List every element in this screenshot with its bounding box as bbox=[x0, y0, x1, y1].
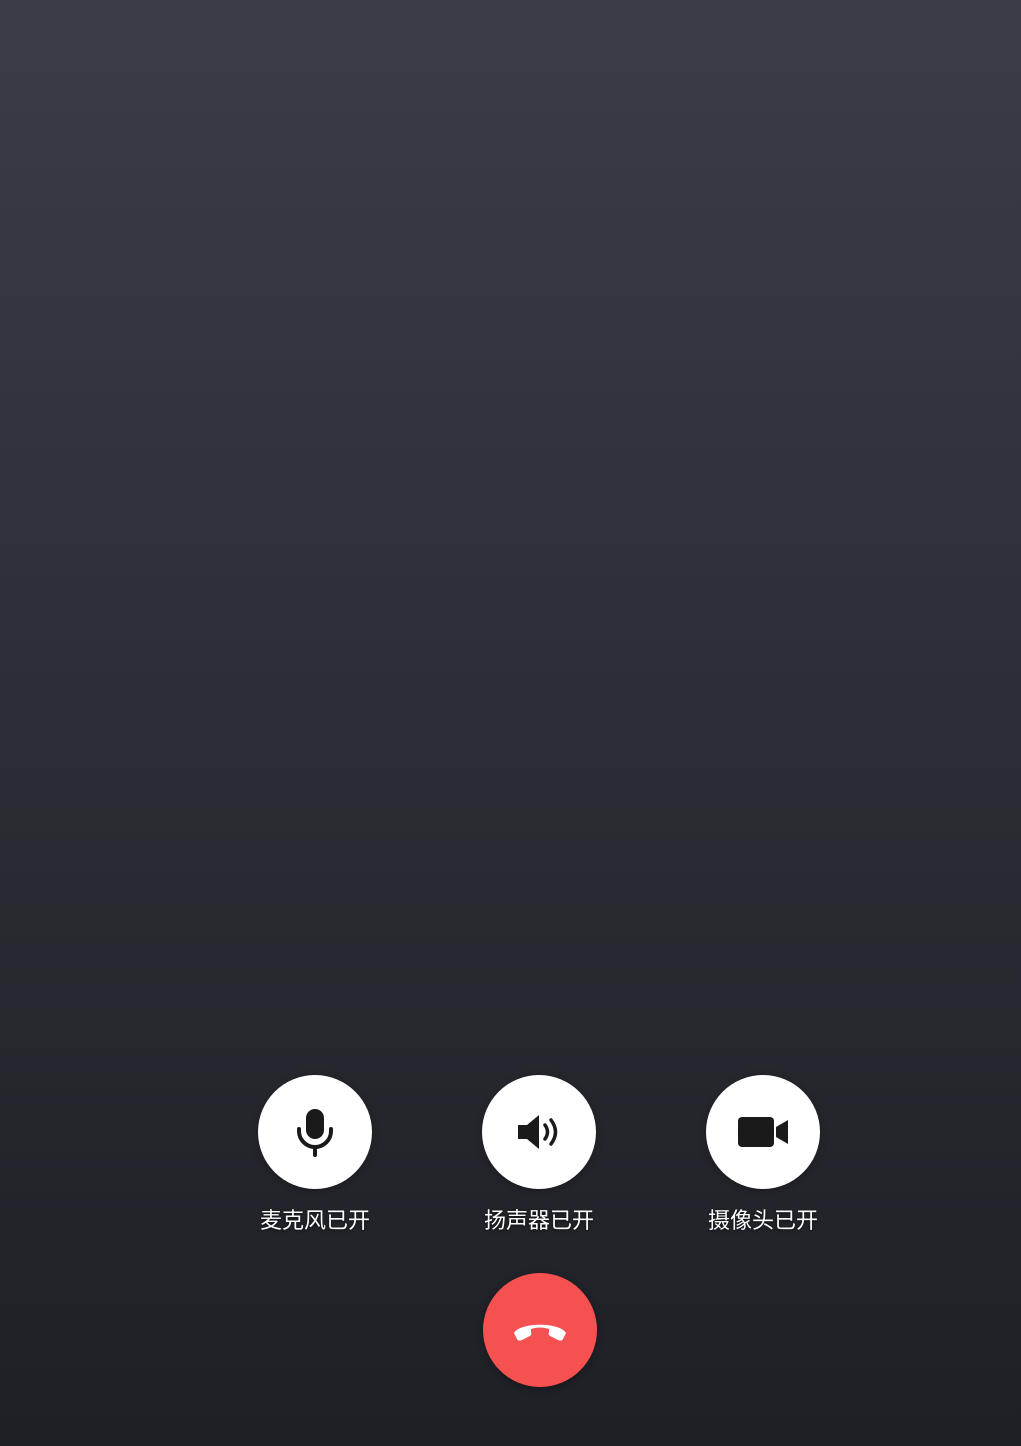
speaker-status-label: 扬声器已开 bbox=[483, 1209, 594, 1234]
microphone-control: 麦克风已开 bbox=[225, 1075, 405, 1235]
video-call-screen: 麦克风已开 扬声器已开 摄像头已开 bbox=[0, 0, 1021, 1446]
speaker-icon bbox=[518, 1115, 558, 1149]
call-controls: 麦克风已开 扬声器已开 摄像头已开 bbox=[0, 1075, 1021, 1235]
speaker-control: 扬声器已开 bbox=[449, 1075, 629, 1235]
speaker-toggle-button[interactable] bbox=[482, 1075, 596, 1189]
camera-status-label: 摄像头已开 bbox=[707, 1209, 818, 1234]
microphone-status-label: 麦克风已开 bbox=[259, 1209, 370, 1234]
microphone-toggle-button[interactable] bbox=[258, 1075, 372, 1189]
microphone-icon bbox=[297, 1109, 333, 1157]
hang-up-phone-icon bbox=[514, 1324, 566, 1341]
hang-up-button[interactable] bbox=[483, 1273, 597, 1387]
camera-toggle-button[interactable] bbox=[706, 1075, 820, 1189]
video-camera-icon bbox=[738, 1117, 788, 1147]
camera-control: 摄像头已开 bbox=[673, 1075, 853, 1235]
